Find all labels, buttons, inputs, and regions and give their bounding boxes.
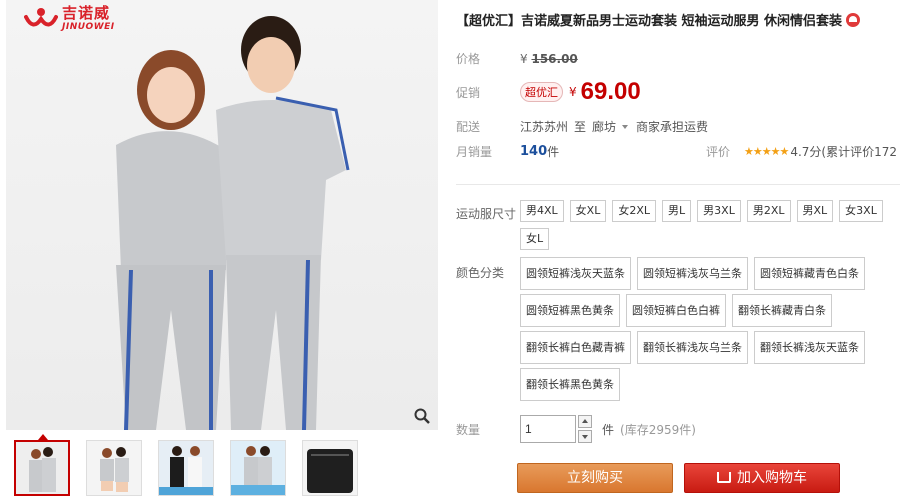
product-title: 【超优汇】吉诺威夏新品男士运动套装 短袖运动服男 休闲情侣套装 (456, 10, 861, 29)
buy-now-label: 立刻购买 (567, 470, 623, 486)
sales-unit: 件 (547, 145, 560, 159)
color-option[interactable]: 翻领长裤藏青白条 (732, 294, 832, 327)
thumbnail-4[interactable] (230, 440, 286, 496)
product-title-text: 【超优汇】吉诺威夏新品男士运动套装 短袖运动服男 休闲情侣套装 (456, 14, 843, 29)
size-options: 男4XL 女XL 女2XL 男L 男3XL 男2XL 男XL 女3XL 女L (520, 200, 896, 250)
quantity-input[interactable]: 1 (520, 415, 576, 443)
add-to-cart-label: 加入购物车 (737, 470, 807, 486)
medal-icon (846, 13, 861, 27)
color-option[interactable]: 翻领长裤浅灰乌兰条 (637, 331, 748, 364)
shipping-destination[interactable]: 廊坊 (592, 118, 616, 135)
sales-label: 月销量 (456, 145, 493, 159)
size-option[interactable]: 女3XL (839, 200, 883, 222)
size-option[interactable]: 女L (520, 228, 550, 250)
quantity-label: 数量 (456, 422, 481, 437)
original-price-row: 价格 ¥ 156.00 (456, 50, 578, 67)
quantity-decrease-button[interactable] (578, 430, 592, 443)
price-panel: 价格 ¥ 156.00 促销 超优汇 ¥ 69.00 配送 江苏苏州 至 廊坊 … (456, 44, 900, 174)
original-price: ¥ 156.00 (520, 52, 578, 66)
thumbnail-strip (14, 440, 358, 496)
currency-symbol: ¥ (520, 51, 528, 66)
promo-price-value: 69.00 (580, 78, 641, 105)
color-options: 圆领短裤浅灰天蓝条 圆领短裤浅灰乌兰条 圆领短裤藏青色白条圆领短裤黑色黄条 圆领短裤白… (520, 257, 896, 401)
shipping-fee: 商家承担运费 (636, 120, 709, 134)
color-option[interactable]: 圆领短裤白色白裤 (626, 294, 726, 327)
rating-summary[interactable]: 评价 ★★★★★ 4.7分(累计评价172 (706, 143, 897, 160)
rating-label: 评价 (706, 145, 731, 159)
thumbnail-5[interactable] (302, 440, 358, 496)
chevron-down-icon[interactable] (622, 124, 629, 129)
color-option[interactable]: 翻领长裤浅灰天蓝条 (754, 331, 865, 364)
thumbnail-image (303, 441, 357, 495)
thumbnail-image (231, 441, 285, 495)
magnifier-icon[interactable] (414, 408, 430, 424)
size-option[interactable]: 男XL (796, 200, 834, 222)
thumbnail-image (16, 442, 68, 494)
brand-logo-mark (24, 8, 58, 27)
size-option[interactable]: 男3XL (697, 200, 741, 222)
color-option[interactable]: 圆领短裤浅灰天蓝条 (520, 257, 631, 290)
color-option[interactable]: 翻领长裤黑色黄条 (520, 368, 620, 401)
thumbnail-1[interactable] (14, 440, 70, 496)
shipping-row: 配送 江苏苏州 至 廊坊 商家承担运费 (456, 118, 708, 135)
size-label: 运动服尺寸 (456, 207, 517, 221)
promo-tag: 超优汇 (520, 82, 563, 102)
size-option[interactable]: 男L (662, 200, 692, 222)
shipping-label: 配送 (456, 120, 481, 134)
size-option[interactable]: 男2XL (746, 200, 791, 222)
color-option[interactable]: 翻领长裤白色藏青裤 (520, 331, 631, 364)
main-product-image[interactable]: 吉诺威 JINUOWEI (6, 0, 438, 430)
rating-text[interactable]: 4.7分(累计评价172 (790, 143, 897, 160)
thumbnail-3[interactable] (158, 440, 214, 496)
promo-label: 促销 (456, 85, 481, 100)
quantity-increase-button[interactable] (578, 415, 592, 428)
buy-now-button[interactable]: 立刻购买 (517, 463, 673, 493)
shipping-to-word: 至 (574, 120, 587, 134)
size-option[interactable]: 女XL (569, 200, 607, 222)
promo-price-row: 促销 超优汇 ¥ 69.00 (456, 78, 641, 106)
color-label: 颜色分类 (456, 266, 505, 280)
cart-icon (717, 472, 731, 483)
thumbnail-image (87, 441, 141, 495)
color-option[interactable]: 圆领短裤浅灰乌兰条 (637, 257, 748, 290)
rating-stars-icon: ★★★★★ (744, 145, 789, 158)
shipping-from: 江苏苏州 (520, 120, 569, 134)
currency-symbol: ¥ (569, 85, 577, 99)
product-photo (116, 16, 350, 430)
size-option[interactable]: 女2XL (612, 200, 657, 222)
price-label: 价格 (456, 52, 481, 66)
quantity-stepper (578, 415, 592, 443)
original-price-value: 156.00 (531, 51, 578, 66)
sales-row: 月销量 140 件 (456, 143, 559, 160)
color-option[interactable]: 圆领短裤黑色黄条 (520, 294, 620, 327)
stock-count: (库存2959件) (620, 422, 696, 437)
size-option[interactable]: 男4XL (520, 200, 564, 222)
quantity-unit: 件 (602, 422, 615, 437)
color-option[interactable]: 圆领短裤藏青色白条 (754, 257, 865, 290)
thumbnail-2[interactable] (86, 440, 142, 496)
thumbnail-image (159, 441, 213, 495)
add-to-cart-button[interactable]: 加入购物车 (684, 463, 840, 493)
sales-count: 140 (520, 144, 548, 159)
quantity-row: 数量 1 件 (库存2959件) (456, 415, 696, 443)
divider (456, 184, 900, 185)
